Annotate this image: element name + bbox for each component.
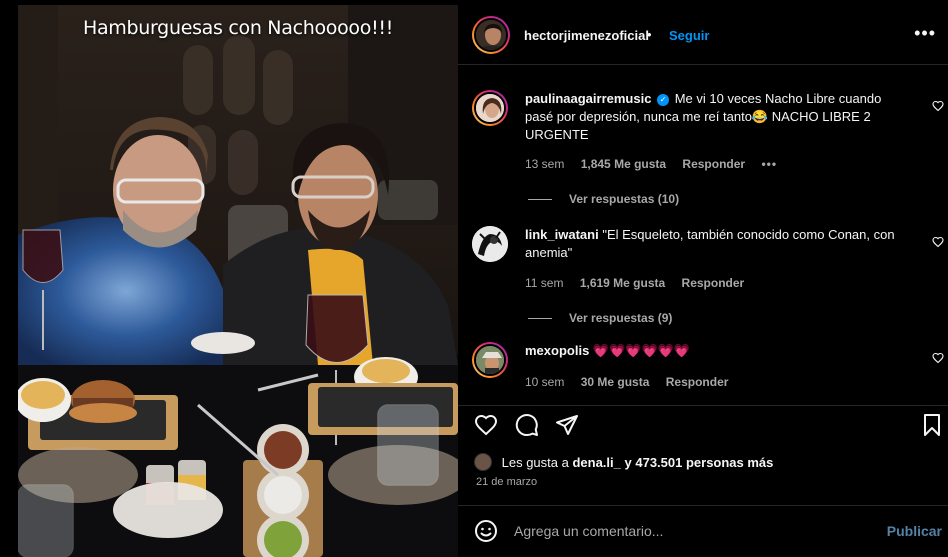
comment-text: paulinaagairremusic ✓ Me vi 10 veces Nac…: [525, 90, 913, 144]
comment-body: 💗💗💗💗💗💗: [592, 343, 691, 358]
comment-likes-count[interactable]: 1,845 Me gusta: [581, 157, 666, 171]
commenter-avatar[interactable]: [472, 226, 508, 262]
publish-button[interactable]: Publicar: [887, 523, 942, 539]
view-replies-button[interactable]: Ver respuestas (9): [528, 311, 672, 325]
comment-more-icon[interactable]: •••: [761, 157, 777, 171]
view-replies-label: Ver respuestas (10): [569, 192, 680, 206]
comment-likes-count[interactable]: 1,619 Me gusta: [580, 276, 665, 290]
comment-input[interactable]: [514, 520, 874, 542]
view-replies-label: Ver respuestas (9): [569, 311, 673, 325]
comment-like-heart-icon[interactable]: [932, 352, 944, 364]
post-panel: hectorjimenezoficial • Seguir ••• paulin…: [458, 5, 948, 557]
comment-like-heart-icon[interactable]: [932, 100, 944, 112]
commenter-avatar-image: [476, 346, 504, 374]
comment-time: 10 sem: [525, 375, 565, 389]
commenter-avatar[interactable]: [472, 90, 508, 126]
emoji-smiley-icon[interactable]: [474, 519, 498, 543]
like-heart-icon[interactable]: [474, 413, 498, 437]
comment-username[interactable]: link_iwatani: [525, 227, 599, 242]
likes-prefix: Les gusta a: [501, 455, 569, 470]
comment-meta: 13 sem 1,845 Me gusta Responder •••: [525, 157, 790, 171]
comment-username[interactable]: paulinaagairremusic: [525, 91, 651, 106]
post-photo[interactable]: Hamburguesas con Nachooooo!!!: [18, 5, 458, 557]
comment-meta: 11 sem 1,619 Me gusta Responder: [525, 276, 757, 290]
comment-time: 13 sem: [525, 157, 565, 171]
replies-divider: [528, 318, 552, 320]
more-options-icon[interactable]: •••: [914, 23, 936, 44]
comment-text: link_iwatani "El Esqueleto, también cono…: [525, 226, 913, 262]
save-bookmark-icon[interactable]: [920, 413, 944, 437]
comment-reply-button[interactable]: Responder: [682, 276, 745, 290]
liker-avatar[interactable]: [474, 453, 492, 471]
comment-bubble-icon[interactable]: [515, 413, 539, 437]
post-photo-illustration: [18, 5, 458, 557]
post-date[interactable]: 21 de marzo: [476, 476, 537, 488]
author-username[interactable]: hectorjimenezoficial: [524, 28, 649, 43]
comment-composer: Publicar: [458, 505, 948, 557]
share-send-icon[interactable]: [555, 413, 579, 437]
liker-username[interactable]: dena.li_: [572, 455, 620, 470]
author-avatar[interactable]: [472, 16, 510, 54]
post-header: hectorjimenezoficial • Seguir •••: [458, 5, 948, 65]
comment-reply-button[interactable]: Responder: [682, 157, 745, 171]
header-separator: •: [647, 27, 652, 42]
comment-likes-count[interactable]: 30 Me gusta: [581, 375, 650, 389]
comment-time: 11 sem: [525, 276, 564, 290]
instagram-post-modal: Hamburguesas con Nachooooo!!! hectorjime…: [0, 0, 948, 557]
follow-button[interactable]: Seguir: [669, 28, 709, 43]
commenter-avatar-image: [476, 94, 504, 122]
comment-meta: 10 sem 30 Me gusta Responder: [525, 375, 741, 389]
post-action-bar: [458, 405, 948, 445]
comment-text: mexopolis 💗💗💗💗💗💗: [525, 342, 913, 360]
replies-divider: [528, 199, 552, 201]
commenter-avatar-image: [472, 226, 508, 262]
author-avatar-image: [476, 20, 506, 50]
commenter-avatar[interactable]: [472, 342, 508, 378]
comment-username[interactable]: mexopolis: [525, 343, 589, 358]
likes-others[interactable]: y 473.501 personas más: [625, 455, 774, 470]
likes-summary: Les gusta a dena.li_ y 473.501 personas …: [474, 453, 773, 471]
photo-caption: Hamburguesas con Nachooooo!!!: [82, 17, 394, 39]
comment-reply-button[interactable]: Responder: [666, 375, 729, 389]
verified-badge-icon: ✓: [657, 94, 670, 106]
comment-like-heart-icon[interactable]: [932, 236, 944, 248]
view-replies-button[interactable]: Ver respuestas (10): [528, 192, 679, 206]
